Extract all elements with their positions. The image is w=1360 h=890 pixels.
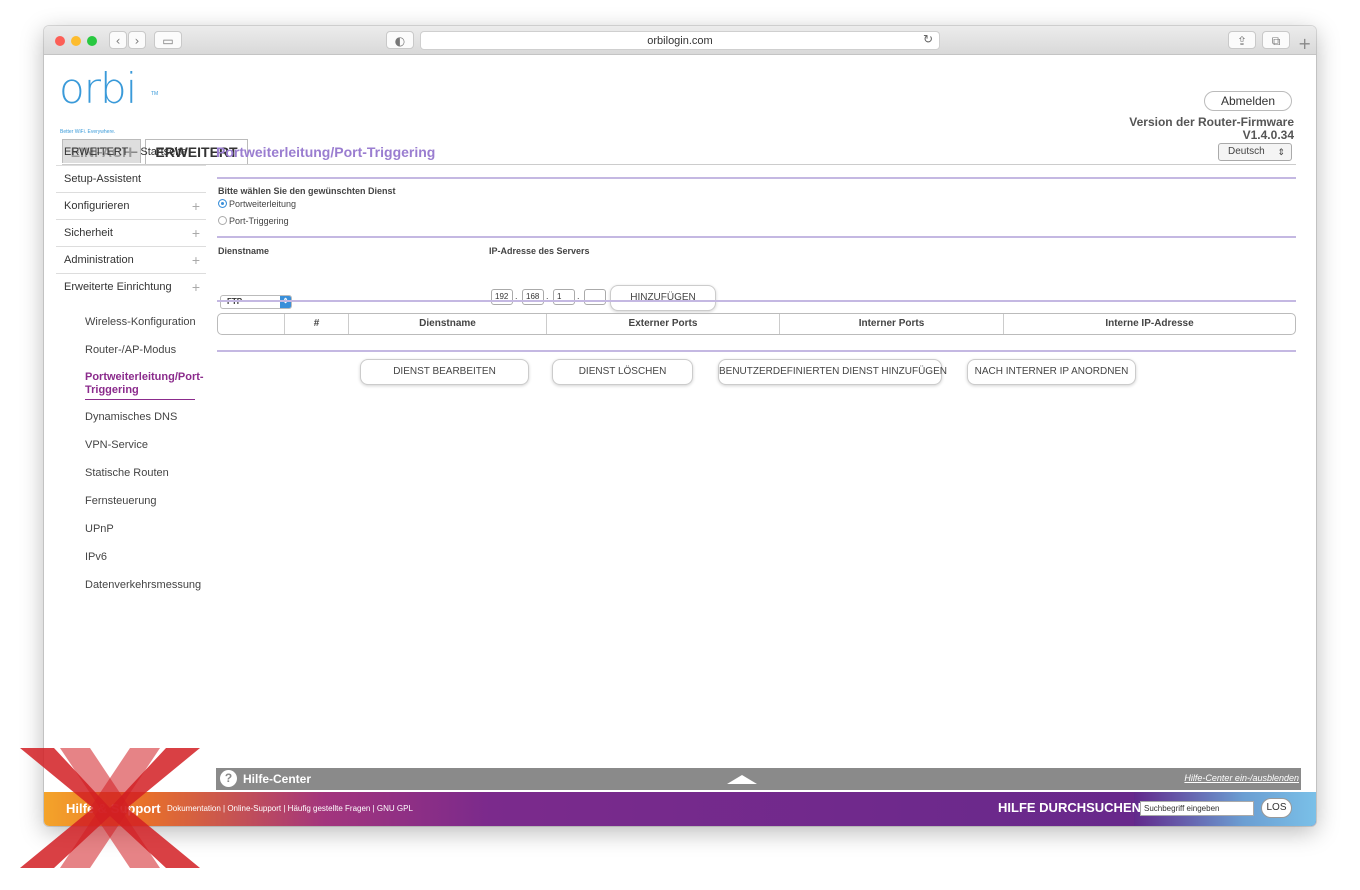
sidebar: ERWEITERT – Startseite Setup-Assistent K… [56, 139, 206, 604]
radio-checked-icon[interactable] [218, 199, 227, 208]
table-divider [217, 350, 1296, 352]
sidebar-item-label: Administration [64, 254, 134, 266]
sidebar-sub-router-ap-mode[interactable]: Router-/AP-Modus [56, 336, 206, 364]
add-custom-service-button[interactable]: BENUTZERDEFINIERTEN DIENST HINZUFÜGEN [718, 359, 947, 385]
sidebar-sub-remote[interactable]: Fernsteuerung [56, 487, 206, 515]
sidebar-sub-label-active: Portweiterleitung/Port-Triggering [85, 371, 204, 400]
select-arrows-icon: ⇕ [280, 296, 291, 308]
sidebar-item-setup-assistant[interactable]: Setup-Assistent [56, 166, 206, 193]
radio-unchecked-icon[interactable] [218, 216, 227, 225]
expand-plus-icon[interactable]: + [192, 193, 200, 219]
column-header-internal-ports: Interner Ports [779, 314, 1003, 334]
minimize-window-icon[interactable] [71, 36, 81, 46]
sidebar-sub-wireless[interactable]: Wireless-Konfiguration [56, 308, 206, 336]
browser-titlebar: ‹ › ▭ ◐ orbilogin.com ↻ ⇪ ⧉ + [44, 26, 1316, 55]
sidebar-sub-static-routes[interactable]: Statische Routen [56, 459, 206, 487]
help-center-bar[interactable]: ? Hilfe-Center Hilfe-Center ein-/ausblen… [216, 768, 1301, 790]
radio-port-forwarding[interactable]: Portweiterleitung [218, 199, 296, 209]
column-header-select [218, 314, 284, 334]
help-question-icon: ? [220, 770, 237, 787]
support-links[interactable]: Dokumentation | Online-Support | Häufig … [167, 804, 413, 813]
section-divider [217, 300, 1296, 302]
router-header: orbi TM Better WiFi. Everywhere. EINFACH… [44, 54, 1316, 165]
sidebar-item-label: Sicherheit [64, 227, 113, 239]
server-ip-label: IP-Adresse des Servers [489, 246, 590, 256]
ip-octet-1[interactable]: 192 [491, 289, 513, 305]
share-icon[interactable]: ⇪ [1228, 31, 1256, 49]
radio-port-triggering[interactable]: Port-Triggering [218, 216, 289, 226]
sidebar-item-label: Erweiterte Einrichtung [64, 281, 172, 293]
forward-icon[interactable]: › [128, 31, 146, 49]
column-header-internal-ip: Interne IP-Adresse [1003, 314, 1295, 334]
firmware-label: Version der Router-Firmware [1129, 115, 1294, 129]
section-divider [217, 236, 1296, 238]
help-search-label: HILFE DURCHSUCHEN [998, 800, 1141, 815]
xx-watermark-icon [20, 748, 200, 868]
sidebar-item-advanced-setup[interactable]: Erweiterte Einrichtung + [56, 274, 206, 300]
expand-plus-icon[interactable]: + [192, 247, 200, 273]
logo-tagline: Better WiFi. Everywhere. [60, 129, 116, 135]
ip-octet-2[interactable]: 168 [522, 289, 544, 305]
title-divider [217, 177, 1296, 179]
tabs-overview-icon[interactable]: ⧉ [1262, 31, 1290, 49]
page-title: Portweiterleitung/Port-Triggering [216, 144, 436, 160]
sidebar-item-configure[interactable]: Konfigurieren + [56, 193, 206, 220]
add-button[interactable]: HINZUFÜGEN [610, 285, 716, 311]
sidebar-item-label: ERWEITERT – Startseite [64, 146, 187, 158]
support-footer: Hilfe & Support Dokumentation | Online-S… [44, 792, 1316, 826]
logo-trademark: TM [151, 91, 159, 97]
browser-window: ‹ › ▭ ◐ orbilogin.com ↻ ⇪ ⧉ + orbi TM Be… [44, 26, 1316, 826]
close-window-icon[interactable] [55, 36, 65, 46]
help-center-toggle-link[interactable]: Hilfe-Center ein-/ausblenden [1184, 773, 1299, 783]
column-header-number: # [284, 314, 348, 334]
delete-service-button[interactable]: DIENST LÖSCHEN [552, 359, 693, 385]
service-select[interactable]: FTP ⇕ [220, 295, 292, 309]
sidebar-item-security[interactable]: Sicherheit + [56, 220, 206, 247]
expand-plus-icon[interactable]: + [192, 220, 200, 246]
logout-button[interactable]: Abmelden [1204, 91, 1292, 111]
service-prompt: Bitte wählen Sie den gewünschten Dienst [218, 186, 396, 196]
new-tab-icon[interactable]: + [1298, 34, 1311, 53]
back-icon[interactable]: ‹ [109, 31, 127, 49]
sidebar-sub-ipv6[interactable]: IPv6 [56, 543, 206, 571]
chevron-up-icon[interactable] [727, 775, 757, 784]
sidebar-toggle-icon[interactable]: ▭ [154, 31, 182, 49]
reload-icon[interactable]: ↻ [923, 32, 933, 46]
help-search-input[interactable]: Suchbegriff eingeben [1140, 801, 1254, 816]
ip-octet-3[interactable]: 1 [553, 289, 575, 305]
maximize-window-icon[interactable] [87, 36, 97, 46]
sort-by-internal-ip-button[interactable]: NACH INTERNER IP ANORDNEN [967, 359, 1136, 385]
help-center-title: Hilfe-Center [243, 772, 312, 786]
service-name-label: Dienstname [218, 246, 270, 256]
url-text: orbilogin.com [647, 35, 713, 47]
sidebar-item-administration[interactable]: Administration + [56, 247, 206, 274]
column-header-external-ports: Externer Ports [546, 314, 779, 334]
reader-icon[interactable]: ◐ [386, 31, 414, 49]
sidebar-sub-port-forwarding[interactable]: Portweiterleitung/Port-Triggering [56, 364, 206, 403]
sidebar-item-home[interactable]: ERWEITERT – Startseite [56, 139, 206, 166]
orbi-logo: orbi [59, 64, 137, 113]
main-content: Portweiterleitung/Port-Triggering Bitte … [216, 139, 1296, 767]
search-go-button[interactable]: LOS [1261, 798, 1292, 818]
sidebar-sub-traffic-meter[interactable]: Datenverkehrsmessung [56, 571, 206, 599]
column-header-service-name: Dienstname [348, 314, 546, 334]
collapse-icon[interactable]: + [192, 274, 200, 300]
ip-octet-4[interactable] [584, 289, 606, 305]
address-bar[interactable]: orbilogin.com ↻ [420, 31, 940, 50]
sidebar-item-label: Setup-Assistent [64, 173, 142, 185]
services-table-header: # Dienstname Externer Ports Interner Por… [217, 313, 1296, 335]
sidebar-sub-upnp[interactable]: UPnP [56, 515, 206, 543]
radio-label: Portweiterleitung [229, 199, 297, 209]
edit-service-button[interactable]: DIENST BEARBEITEN [360, 359, 529, 385]
sidebar-sub-vpn[interactable]: VPN-Service [56, 431, 206, 459]
sidebar-item-label: Konfigurieren [64, 200, 130, 212]
sidebar-sub-dynamic-dns[interactable]: Dynamisches DNS [56, 403, 206, 431]
radio-label: Port-Triggering [229, 216, 289, 226]
